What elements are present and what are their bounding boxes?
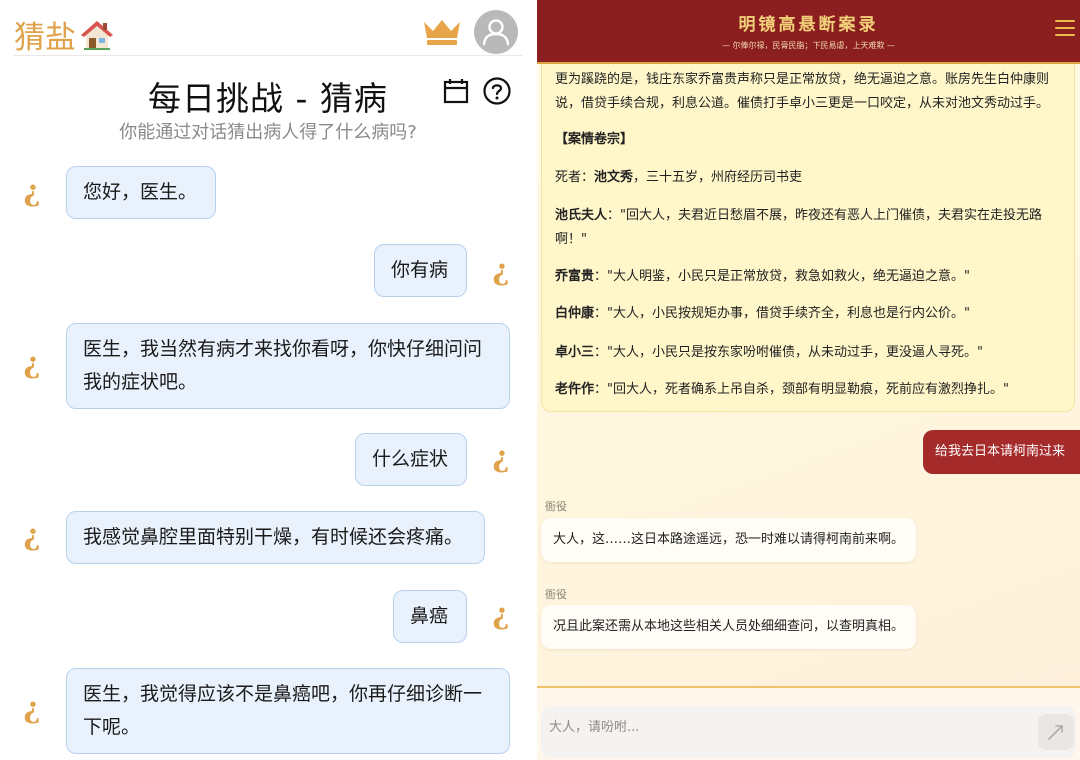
npc-message: 大人，这……这日本路途遥远，恐一时难以请得柯南前来啊。	[541, 518, 917, 562]
question-mark-icon: ¿	[23, 691, 41, 725]
user-message: 给我去日本请柯南过来	[923, 430, 1080, 474]
page-subtitle: 你能通过对话猜出病人得了什么病吗?	[119, 122, 417, 143]
case-section-heading: 【案情卷宗】	[555, 132, 634, 147]
user-message: 鼻癌	[393, 590, 467, 643]
statement-item: 池氏夫人："回大人，夫君近日愁眉不展，昨夜还有恶人上门催债，夫君实在走投无路啊！…	[555, 208, 1042, 247]
input-placeholder: 大人，请吩咐...	[549, 720, 640, 735]
menu-icon[interactable]	[1055, 20, 1075, 38]
case-file-card: 更为蹊跷的是，钱庄东家乔富贵声称只是正常放贷，绝无逼迫之意。账房先生白仲康则说，…	[541, 64, 1075, 412]
case-intro: 更为蹊跷的是，钱庄东家乔富贵声称只是正常放贷，绝无逼迫之意。账房先生白仲康则说，…	[555, 72, 1050, 111]
deceased-info: 死者：池文秀，三十五岁，州府经历司书吏	[555, 170, 803, 185]
npc-message: 况且此案还需从本地这些相关人员处细细查问，以查明真相。	[541, 605, 917, 649]
patient-message: 我感觉鼻腔里面特别干燥，有时候还会疼痛。	[66, 511, 485, 564]
guess-disease-panel: 猜盐 每日挑战 - 猜病 你能通过对话猜出病人得了什么病吗? ¿ 您好，医生。 …	[0, 0, 536, 760]
app-header: 猜盐	[14, 8, 522, 56]
user-message: 什么症状	[355, 433, 467, 486]
crown-icon[interactable]	[422, 18, 462, 46]
input-area: 大人，请吩咐...	[537, 686, 1080, 760]
help-icon[interactable]	[483, 77, 511, 105]
question-mark-icon: ¿	[492, 253, 510, 287]
title-row: 每日挑战 - 猜病	[0, 70, 536, 118]
user-silhouette-icon	[475, 11, 517, 53]
statement-item: 老仵作："回大人，死者确系上吊自杀，颈部有明显勒痕，死前应有激烈挣扎。"	[555, 382, 1009, 397]
command-input[interactable]: 大人，请吩咐...	[541, 706, 1076, 758]
question-mark-icon: ¿	[492, 440, 510, 474]
calendar-icon[interactable]	[443, 78, 469, 104]
send-button[interactable]	[1038, 714, 1074, 750]
send-icon	[1048, 725, 1063, 740]
user-message: 你有病	[374, 244, 467, 297]
question-mark-icon: ¿	[23, 174, 41, 208]
patient-message: 医生，我觉得应该不是鼻癌吧，你再仔细诊断一下呢。	[66, 668, 510, 754]
statement-item: 白仲康："大人，小民按规矩办事，借贷手续齐全，利息也是行内公价。"	[555, 306, 970, 321]
speaker-label: 衙役	[545, 500, 567, 513]
brand-name: 猜盐	[14, 20, 76, 56]
question-mark-icon: ¿	[23, 518, 41, 552]
brand-logo[interactable]: 猜盐	[14, 12, 114, 57]
house-icon	[81, 20, 113, 50]
statement-item: 乔富贵："大人明鉴，小民只是正常放贷，救急如救火，绝无逼迫之意。"	[555, 269, 970, 284]
patient-message: 医生，我当然有病才来找你看呀，你快仔细问问我的症状吧。	[66, 323, 510, 409]
page-motto: — 尔俸尔禄，民膏民脂；下民易虐，上天难欺 —	[721, 41, 896, 50]
patient-message: 您好，医生。	[66, 166, 216, 219]
statement-item: 卓小三："大人，小民只是按东家吩咐催债，从未动过手，更没逼人寻死。"	[555, 345, 983, 360]
app-header: 明镜高悬断案录 — 尔俸尔禄，民膏民脂；下民易虐，上天难欺 —	[537, 0, 1080, 64]
question-mark-icon: ¿	[23, 346, 41, 380]
avatar-icon[interactable]	[474, 10, 518, 54]
page-title: 明镜高悬断案录	[738, 15, 879, 35]
question-mark-icon: ¿	[492, 597, 510, 631]
speaker-label: 衙役	[545, 588, 567, 601]
case-judgement-panel: 明镜高悬断案录 — 尔俸尔禄，民膏民脂；下民易虐，上天难欺 — 更为蹊跷的是，钱…	[537, 0, 1080, 760]
